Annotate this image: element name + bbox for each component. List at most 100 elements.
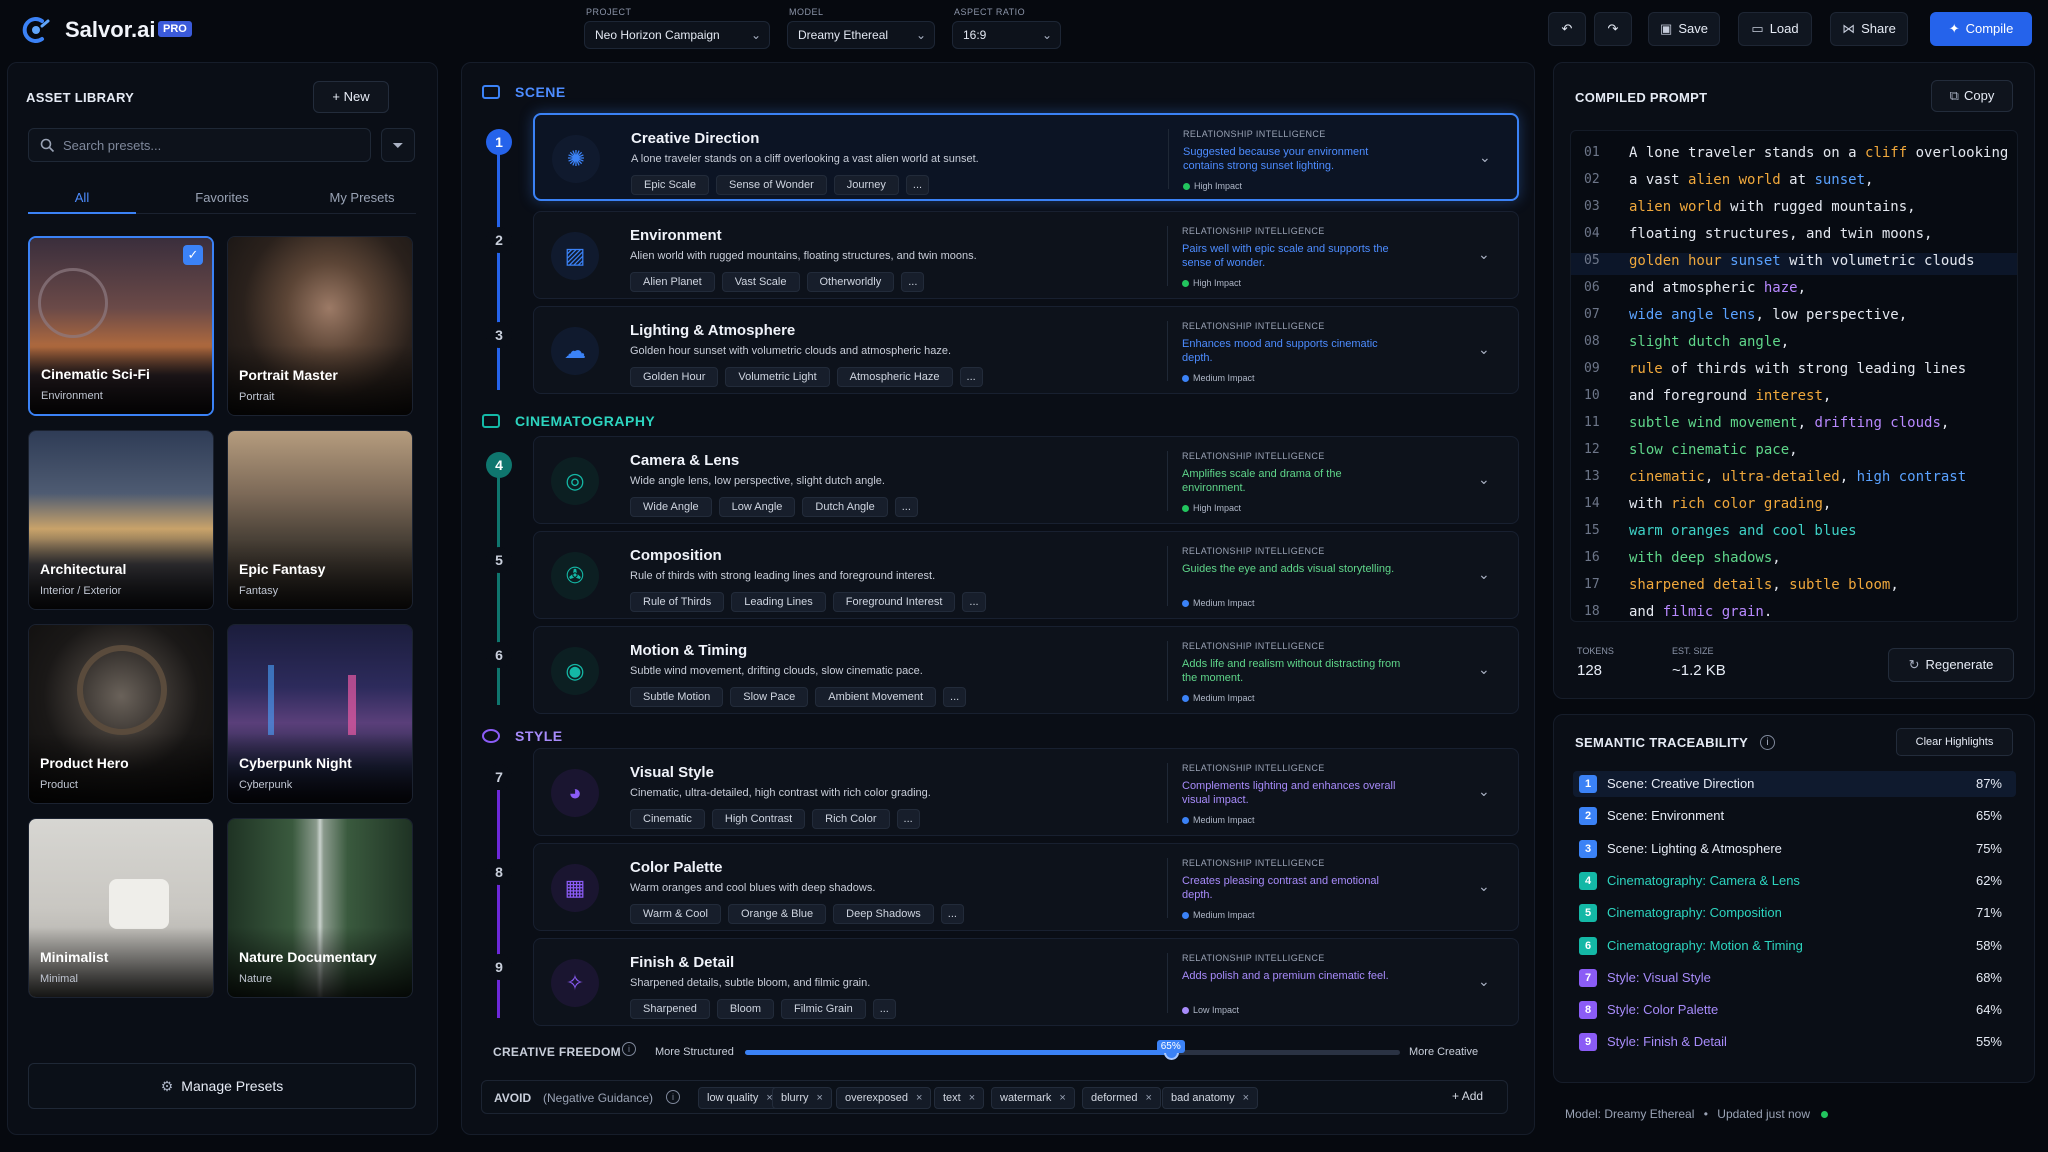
negative-tag[interactable]: bad anatomy ×: [1162, 1087, 1259, 1109]
close-icon[interactable]: ×: [916, 1092, 922, 1104]
tag-chip[interactable]: Ambient Movement: [815, 687, 937, 707]
tag-chip[interactable]: Foreground Interest: [832, 592, 956, 612]
step-row-camera-lens[interactable]: ◎ Camera & Lens Wide angle lens, low persp…: [533, 436, 1519, 524]
more-tags-button[interactable]: ...: [905, 175, 930, 195]
aspect-select[interactable]: 16:9 ⌄: [952, 21, 1061, 49]
chevron-down-icon[interactable]: ⌄: [1479, 149, 1491, 166]
tag-chip[interactable]: Subtle Motion: [630, 687, 724, 707]
trace-row[interactable]: 6 Cinematography: Motion & Timing 58%: [1573, 933, 2016, 959]
tag-chip[interactable]: Slow Pace: [730, 687, 809, 707]
tag-chip[interactable]: Sharpened: [630, 999, 710, 1019]
tag-chip[interactable]: Sense of Wonder: [715, 175, 827, 195]
trace-row[interactable]: 1 Scene: Creative Direction 87%: [1573, 771, 2016, 797]
step-row-finish-detail[interactable]: ✧ Finish & Detail Sharpened details, subtl…: [533, 938, 1519, 1026]
regenerate-button[interactable]: ↻ Regenerate: [1888, 648, 2014, 682]
negative-tag[interactable]: overexposed ×: [836, 1087, 932, 1109]
preset-card[interactable]: Epic Fantasy Fantasy: [227, 430, 413, 610]
chevron-down-icon[interactable]: ⌄: [1478, 341, 1490, 358]
step-row-creative-direction[interactable]: ✺ Creative Direction A lone traveler stand…: [533, 113, 1519, 201]
preset-card[interactable]: Minimalist Minimal: [28, 818, 214, 998]
prompt-code-block[interactable]: 01 A lone traveler stands on a cliff over…: [1570, 130, 2018, 622]
share-button[interactable]: ⋈ Share: [1830, 12, 1908, 46]
chevron-down-icon[interactable]: ⌄: [1478, 566, 1490, 583]
step-row-visual-style[interactable]: ◕ Visual Style Cinematic, ultra-detailed, …: [533, 748, 1519, 836]
close-icon[interactable]: ×: [1059, 1092, 1065, 1104]
new-preset-button[interactable]: + New: [313, 81, 389, 113]
tag-chip[interactable]: High Contrast: [711, 809, 806, 829]
trace-row[interactable]: 7 Style: Visual Style 68%: [1573, 965, 2016, 991]
tag-chip[interactable]: Rich Color: [812, 809, 890, 829]
tag-chip[interactable]: Wide Angle: [630, 497, 712, 517]
trace-row[interactable]: 3 Scene: Lighting & Atmosphere 75%: [1573, 836, 2016, 862]
tag-chip[interactable]: Epic Scale: [631, 175, 709, 195]
tag-chip[interactable]: Deep Shadows: [833, 904, 934, 924]
step-row-color-palette[interactable]: ▦ Color Palette Warm oranges and cool blue…: [533, 843, 1519, 931]
more-tags-button[interactable]: ...: [943, 687, 967, 707]
clear-highlights-button[interactable]: Clear Highlights: [1896, 728, 2013, 756]
tag-chip[interactable]: Bloom: [716, 999, 775, 1019]
undo-button[interactable]: ↶: [1548, 12, 1586, 46]
search-input[interactable]: [63, 129, 363, 161]
tag-chip[interactable]: Alien Planet: [630, 272, 715, 292]
add-negative-button[interactable]: + Add: [1452, 1089, 1483, 1103]
filter-button[interactable]: ⏷: [381, 128, 415, 162]
close-icon[interactable]: ×: [1145, 1092, 1151, 1104]
step-row-lighting-atmosphere[interactable]: ☁ Lighting & Atmosphere Golden hour sunset…: [533, 306, 1519, 394]
chevron-down-icon[interactable]: ⌄: [1478, 783, 1490, 800]
chevron-down-icon[interactable]: ⌄: [1478, 973, 1490, 990]
copy-button[interactable]: ⧉ Copy: [1931, 80, 2013, 112]
preset-card[interactable]: Nature Documentary Nature: [227, 818, 413, 998]
save-button[interactable]: ▣ Save: [1648, 12, 1720, 46]
load-button[interactable]: ▭ Load: [1738, 12, 1812, 46]
negative-tag[interactable]: text ×: [934, 1087, 985, 1109]
negative-tag[interactable]: watermark ×: [991, 1087, 1075, 1109]
tag-chip[interactable]: Orange & Blue: [728, 904, 827, 924]
tag-chip[interactable]: Journey: [833, 175, 899, 195]
close-icon[interactable]: ×: [817, 1092, 823, 1104]
tag-chip[interactable]: Low Angle: [718, 497, 796, 517]
project-select[interactable]: Neo Horizon Campaign ⌄: [584, 21, 770, 49]
more-tags-button[interactable]: ...: [959, 367, 983, 387]
close-icon[interactable]: ×: [1243, 1092, 1249, 1104]
preset-card[interactable]: ✓ Cinematic Sci-Fi Environment: [28, 236, 214, 416]
redo-button[interactable]: ↷: [1594, 12, 1632, 46]
close-icon[interactable]: ×: [969, 1092, 975, 1104]
tag-chip[interactable]: Otherworldly: [806, 272, 895, 292]
chevron-down-icon[interactable]: ⌄: [1478, 878, 1490, 895]
tag-chip[interactable]: Atmospheric Haze: [836, 367, 953, 387]
step-row-motion-timing[interactable]: ◉ Motion & Timing Subtle wind movement, dr…: [533, 626, 1519, 714]
preset-card[interactable]: Portrait Master Portrait: [227, 236, 413, 416]
tag-chip[interactable]: Vast Scale: [721, 272, 800, 292]
more-tags-button[interactable]: ...: [962, 592, 986, 612]
tag-chip[interactable]: Golden Hour: [630, 367, 719, 387]
preset-card[interactable]: Product Hero Product: [28, 624, 214, 804]
trace-row[interactable]: 9 Style: Finish & Detail 55%: [1573, 1029, 2016, 1055]
more-tags-button[interactable]: ...: [894, 497, 918, 517]
tag-chip[interactable]: Warm & Cool: [630, 904, 721, 924]
more-tags-button[interactable]: ...: [901, 272, 925, 292]
compile-button[interactable]: ✦ Compile: [1930, 12, 2032, 46]
more-tags-button[interactable]: ...: [940, 904, 964, 924]
tab-my-presets[interactable]: My Presets: [308, 186, 416, 214]
creative-freedom-slider[interactable]: [745, 1045, 1400, 1060]
tab-all[interactable]: All: [28, 186, 136, 214]
trace-row[interactable]: 5 Cinematography: Composition 71%: [1573, 900, 2016, 926]
chevron-down-icon[interactable]: ⌄: [1478, 246, 1490, 263]
chevron-down-icon[interactable]: ⌄: [1478, 661, 1490, 678]
preset-card[interactable]: Architectural Interior / Exterior: [28, 430, 214, 610]
trace-row[interactable]: 8 Style: Color Palette 64%: [1573, 997, 2016, 1023]
chevron-down-icon[interactable]: ⌄: [1478, 471, 1490, 488]
trace-row[interactable]: 2 Scene: Environment 65%: [1573, 803, 2016, 829]
negative-tag[interactable]: blurry ×: [772, 1087, 832, 1109]
more-tags-button[interactable]: ...: [872, 999, 896, 1019]
tag-chip[interactable]: Filmic Grain: [781, 999, 866, 1019]
trace-row[interactable]: 4 Cinematography: Camera & Lens 62%: [1573, 868, 2016, 894]
tag-chip[interactable]: Cinematic: [630, 809, 705, 829]
negative-tag[interactable]: deformed ×: [1082, 1087, 1161, 1109]
manage-presets-button[interactable]: ⚙ Manage Presets: [28, 1063, 416, 1109]
model-select[interactable]: Dreamy Ethereal ⌄: [787, 21, 935, 49]
tag-chip[interactable]: Leading Lines: [731, 592, 826, 612]
tag-chip[interactable]: Dutch Angle: [802, 497, 888, 517]
tab-favorites[interactable]: Favorites: [168, 186, 276, 214]
tag-chip[interactable]: Rule of Thirds: [630, 592, 725, 612]
